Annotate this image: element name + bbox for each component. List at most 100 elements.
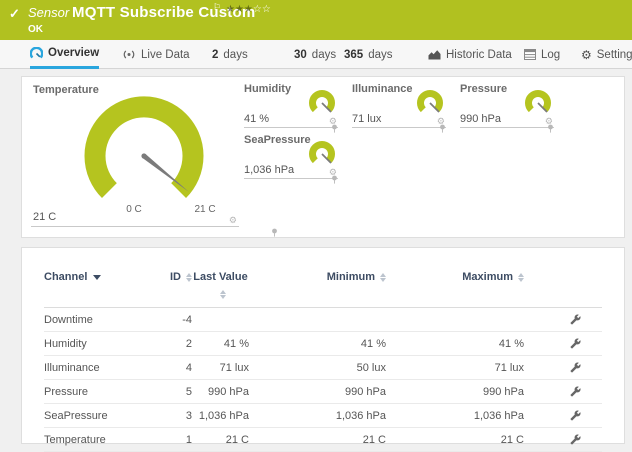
tab-historic-data-label: Historic Data [446, 49, 512, 61]
cell-minimum: 1,036 hPa [249, 410, 386, 422]
cell-minimum: 50 lux [249, 362, 386, 374]
priority-stars[interactable]: ★★★☆☆ [226, 4, 271, 15]
pin-icon[interactable] [547, 124, 554, 133]
stars-empty[interactable]: ☆☆ [253, 4, 271, 15]
table-row-downtime: Downtime -4 [44, 308, 602, 332]
tab-log[interactable]: Log [524, 40, 560, 69]
tab-live-data-label: Live Data [141, 49, 190, 61]
channel-settings-button[interactable] [524, 386, 602, 397]
live-data-icon [122, 48, 136, 61]
column-header-id[interactable]: ID [149, 271, 192, 283]
sort-icon[interactable] [518, 273, 524, 282]
cell-maximum: 1,036 hPa [386, 410, 524, 422]
tab-2-days-label: days [223, 49, 247, 61]
tab-settings-label: Settings [597, 49, 632, 61]
channel-settings-button[interactable] [524, 410, 602, 421]
tab-365-days[interactable]: 365 days [344, 40, 392, 69]
tab-365-days-label: days [368, 49, 392, 61]
stars-filled[interactable]: ★★★ [226, 4, 253, 15]
wrench-icon [570, 338, 581, 349]
tab-settings[interactable]: ⚙ Settings [581, 40, 632, 69]
gauge-title: Illuminance [352, 83, 413, 95]
wrench-icon [570, 386, 581, 397]
pin-icon[interactable] [331, 175, 338, 184]
pin-icon[interactable] [439, 124, 446, 133]
cell-last-value: 71 lux [192, 362, 249, 374]
tab-historic-data[interactable]: Historic Data [428, 40, 512, 69]
gauge-title: SeaPressure [244, 134, 311, 146]
column-header-last-value[interactable]: Last Value [192, 271, 249, 299]
cell-maximum: 41 % [386, 338, 524, 350]
tab-overview-label: Overview [48, 47, 99, 59]
gauge-actions: ⚙ [229, 216, 237, 225]
status-ok-check-icon: ✓ [9, 6, 20, 22]
gauge-scale-min: 0 C [126, 204, 142, 215]
gauge-actions: ⚙ [437, 117, 445, 126]
channel-gear-icon[interactable]: ⚙ [229, 216, 237, 225]
gauge-value: 990 hPa [460, 113, 501, 125]
cell-channel: Humidity [44, 338, 149, 350]
wrench-icon [570, 314, 581, 325]
gauge-tile-humidity: Humidity 41 % ⚙ [244, 82, 338, 128]
gauge-value: 21 C [33, 211, 56, 223]
cell-minimum: 990 hPa [249, 386, 386, 398]
column-header-channel[interactable]: Channel [44, 271, 149, 283]
overview-gauge-icon [30, 47, 43, 60]
gauge-title: Humidity [244, 83, 291, 95]
small-gauges-grid: Humidity 41 % ⚙ Illuminance 71 lux ⚙ [244, 82, 554, 179]
gauge-title: Pressure [460, 83, 507, 95]
column-header-minimum[interactable]: Minimum [249, 271, 386, 283]
gauge-value: 41 % [244, 113, 269, 125]
status-badge: OK [28, 24, 43, 35]
tab-bar: Overview Live Data 2 days 30 days 365 da… [0, 40, 632, 69]
sort-desc-icon[interactable] [93, 275, 101, 280]
flag-icon[interactable]: ⚐ [213, 2, 221, 13]
cell-minimum: 41 % [249, 338, 386, 350]
gauge-actions: ⚙ [329, 117, 337, 126]
tab-30-days-label: days [312, 49, 336, 61]
gauge-actions: ⚙ [329, 168, 337, 177]
pin-icon[interactable] [331, 124, 338, 133]
table-row-pressure: Pressure 5 990 hPa 990 hPa 990 hPa [44, 380, 602, 404]
channel-table: Channel ID Last Value Minimum Maximum Do… [22, 248, 624, 452]
channel-settings-button[interactable] [524, 338, 602, 349]
cell-channel: Pressure [44, 386, 149, 398]
gauge-tile-temperature: Temperature 0 C 21 C 21 C ⚙ [31, 82, 243, 228]
gauges-panel: Temperature 0 C 21 C 21 C ⚙ Humidity 41 … [21, 76, 625, 238]
table-row-humidity: Humidity 2 41 % 41 % 41 % [44, 332, 602, 356]
wrench-icon [570, 410, 581, 421]
cell-last-value: 41 % [192, 338, 249, 350]
log-table-icon [524, 49, 536, 60]
cell-id: -4 [149, 314, 192, 326]
tab-2-days[interactable]: 2 days [212, 40, 248, 69]
gauge-value: 71 lux [352, 113, 381, 125]
tab-live-data[interactable]: Live Data [122, 40, 190, 69]
sensor-header: ✓ Sensor MQTT Subscribe Custom ⚐ ★★★☆☆ O… [0, 0, 632, 40]
column-header-maximum[interactable]: Maximum [386, 271, 524, 283]
cell-channel: SeaPressure [44, 410, 149, 422]
tab-log-label: Log [541, 49, 560, 61]
channel-settings-button[interactable] [524, 314, 602, 325]
cell-id: 2 [149, 338, 192, 350]
tab-30-days[interactable]: 30 days [294, 40, 336, 69]
cell-id: 3 [149, 410, 192, 422]
table-row-illuminance: Illuminance 4 71 lux 50 lux 71 lux [44, 356, 602, 380]
cell-maximum: 71 lux [386, 362, 524, 374]
historic-data-chart-icon [428, 49, 441, 60]
table-row-seapressure: SeaPressure 3 1,036 hPa 1,036 hPa 1,036 … [44, 404, 602, 428]
gauge-tile-illuminance: Illuminance 71 lux ⚙ [352, 82, 446, 128]
temperature-gauge [73, 94, 207, 218]
pin-icon[interactable] [271, 228, 278, 237]
gauge-tile-seapressure: SeaPressure 1,036 hPa ⚙ [244, 133, 338, 179]
gauge-value: 1,036 hPa [244, 164, 294, 176]
channel-settings-button[interactable] [524, 362, 602, 373]
sort-icon[interactable] [220, 290, 226, 299]
cell-id: 5 [149, 386, 192, 398]
settings-gear-icon: ⚙ [581, 49, 592, 61]
cell-id: 4 [149, 362, 192, 374]
tile-divider [31, 226, 239, 227]
table-header-row: Channel ID Last Value Minimum Maximum [44, 248, 602, 308]
sensor-kind-label: Sensor [28, 5, 69, 20]
wrench-icon [570, 362, 581, 373]
tab-overview[interactable]: Overview [30, 40, 99, 69]
